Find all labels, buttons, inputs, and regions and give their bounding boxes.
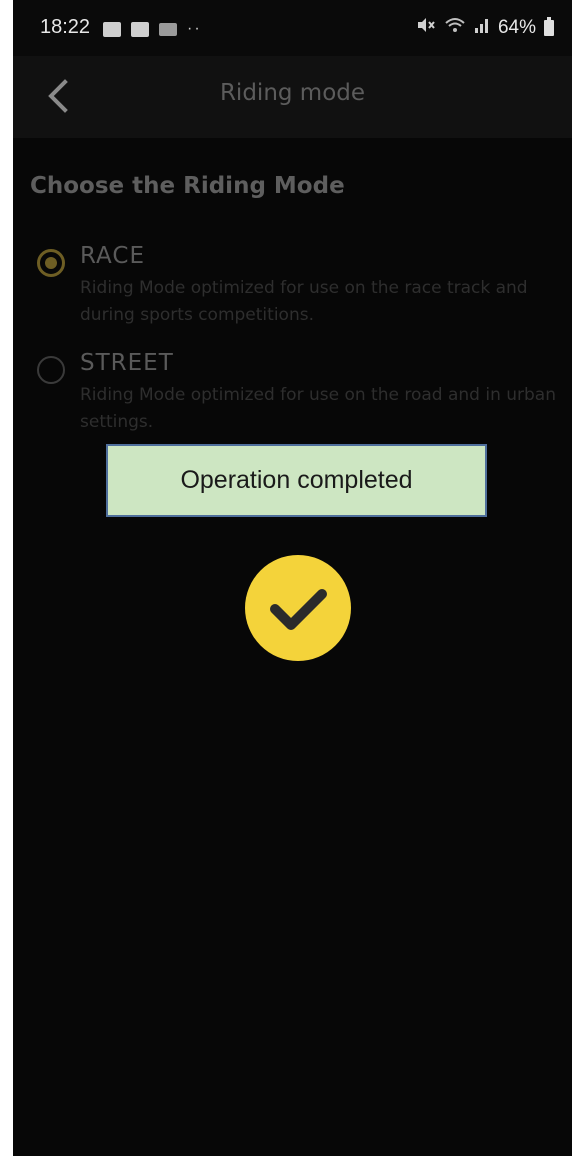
more-notifications-indicator: ·· — [187, 20, 202, 37]
page-title: Riding mode — [219, 80, 366, 106]
radio-unselected-icon[interactable] — [37, 356, 65, 384]
option-description: Riding Mode optimized for use on the roa… — [80, 385, 556, 432]
signal-icon — [474, 16, 490, 39]
status-bar: 18:22 ·· 64% — [13, 0, 572, 56]
phone-screen: 18:22 ·· 64% Riding mode Choose the Ridi… — [13, 0, 572, 1156]
news-icon — [131, 21, 149, 37]
gallery-icon — [103, 21, 121, 37]
riding-mode-option-race[interactable]: RACE Riding Mode optimized for use on th… — [37, 243, 567, 333]
success-badge — [245, 555, 351, 661]
status-time: 18:22 — [40, 16, 91, 38]
app-header: Riding mode — [13, 56, 572, 138]
wifi-icon — [444, 16, 466, 39]
section-title: Choose the Riding Mode — [30, 173, 345, 199]
battery-percent: 64% — [497, 16, 536, 38]
checkmark-icon — [270, 589, 327, 630]
operation-toast: Operation completed — [106, 444, 487, 517]
tech-icon — [159, 22, 177, 36]
option-description: Riding Mode optimized for use on the rac… — [80, 278, 528, 325]
option-label: RACE — [80, 243, 145, 269]
system-icons: 64% — [416, 16, 554, 39]
option-label: STREET — [80, 350, 174, 376]
battery-icon — [544, 16, 554, 36]
radio-selected-icon[interactable] — [37, 249, 65, 277]
riding-mode-option-street[interactable]: STREET Riding Mode optimized for use on … — [37, 350, 567, 440]
notification-icons: ·· — [103, 20, 202, 38]
mute-icon — [416, 16, 436, 39]
toast-message: Operation completed — [180, 466, 413, 494]
